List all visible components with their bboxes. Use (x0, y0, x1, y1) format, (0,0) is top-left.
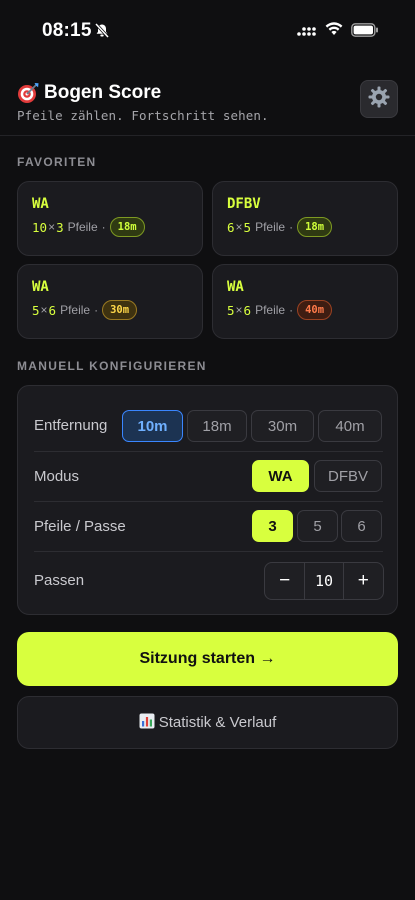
row-divider (34, 451, 383, 452)
favorite-card[interactable]: DFBV 6 × 5 Pfeile · 18m (212, 181, 398, 256)
favorite-unit: Pfeile (255, 220, 286, 234)
mode-option-wa[interactable]: WA (252, 460, 309, 492)
favorite-passes: 6 (227, 219, 235, 235)
passes-label: Passen (34, 572, 85, 589)
separator-dot: · (289, 220, 294, 234)
manual-config-heading: MANUELL KONFIGURIEREN (17, 359, 207, 373)
statistics-button[interactable]: Statistik & Verlauf (17, 696, 398, 749)
start-session-button[interactable]: Sitzung starten → (17, 632, 398, 686)
page-subtitle: Pfeile zählen. Fortschritt sehen. (17, 108, 269, 123)
statistics-label: Statistik & Verlauf (158, 714, 277, 731)
app-header: Bogen Score Pfeile zählen. Fortschritt s… (0, 76, 415, 136)
times-sign: × (235, 220, 243, 234)
distance-badge: 30m (102, 300, 138, 320)
arrows-option-6[interactable]: 6 (341, 510, 382, 542)
distance-badge: 40m (297, 300, 333, 320)
decrement-button[interactable]: − (265, 563, 304, 599)
archery-target-icon (17, 82, 39, 104)
favorite-meta: 5 × 6 Pfeile · 30m (32, 300, 138, 320)
distance-label: Entfernung (34, 417, 108, 434)
page-title: Bogen Score (44, 82, 162, 103)
bell-muted-icon (94, 22, 110, 43)
title-row: Bogen Score (17, 82, 161, 104)
favorite-name: WA (227, 279, 244, 295)
favorite-passes: 10 (32, 219, 48, 235)
favorite-passes: 5 (227, 302, 235, 318)
mode-option-dfbv[interactable]: DFBV (314, 460, 382, 492)
status-time: 08:15 (42, 20, 92, 41)
separator-dot: · (289, 303, 294, 317)
favorite-arrows: 3 (56, 219, 64, 235)
bar-chart-icon (139, 713, 155, 733)
favorites-heading: FAVORITEN (17, 155, 97, 169)
favorite-card[interactable]: WA 5 × 6 Pfeile · 40m (212, 264, 398, 339)
distance-badge: 18m (297, 217, 333, 237)
favorite-unit: Pfeile (255, 303, 286, 317)
times-sign: × (40, 303, 48, 317)
favorite-meta: 10 × 3 Pfeile · 18m (32, 217, 145, 237)
favorite-passes: 5 (32, 302, 40, 318)
distance-option-18m[interactable]: 18m (187, 410, 247, 442)
distance-option-40m[interactable]: 40m (318, 410, 382, 442)
settings-button[interactable] (360, 80, 398, 118)
distance-badge: 18m (109, 217, 145, 237)
increment-button[interactable]: + (344, 563, 383, 599)
status-bar: 08:15 (0, 0, 415, 60)
gear-icon (367, 85, 391, 114)
favorite-arrows: 5 (243, 219, 252, 235)
favorite-name: WA (32, 196, 49, 212)
row-divider (34, 551, 383, 552)
config-panel: Entfernung 10m 18m 30m 40m Modus WA DFBV… (17, 385, 398, 615)
times-sign: × (235, 303, 243, 317)
battery-icon (351, 23, 379, 42)
separator-dot: · (94, 303, 99, 317)
favorite-name: WA (32, 279, 49, 295)
row-divider (34, 501, 383, 502)
favorite-arrows: 6 (48, 302, 57, 318)
wifi-icon (325, 22, 343, 41)
favorite-meta: 6 × 5 Pfeile · 18m (227, 217, 333, 237)
arrows-option-5[interactable]: 5 (297, 510, 338, 542)
favorite-arrows: 6 (243, 302, 252, 318)
favorite-meta: 5 × 6 Pfeile · 40m (227, 300, 333, 320)
favorite-unit: Pfeile (60, 303, 91, 317)
favorite-card[interactable]: WA 5 × 6 Pfeile · 30m (17, 264, 203, 339)
favorite-name: DFBV (227, 196, 261, 212)
distance-option-10m[interactable]: 10m (122, 410, 183, 442)
mode-label: Modus (34, 468, 80, 485)
separator-dot: · (101, 220, 106, 234)
times-sign: × (48, 220, 56, 234)
signal-icon (297, 24, 317, 42)
passes-value: 10 (304, 563, 344, 599)
arrows-per-end-label: Pfeile / Passe (34, 518, 126, 535)
favorite-card[interactable]: WA 10 × 3 Pfeile · 18m (17, 181, 203, 256)
arrows-option-3[interactable]: 3 (252, 510, 293, 542)
distance-option-30m[interactable]: 30m (251, 410, 314, 442)
passes-stepper: − 10 + (264, 562, 384, 600)
favorite-unit: Pfeile (67, 220, 98, 234)
